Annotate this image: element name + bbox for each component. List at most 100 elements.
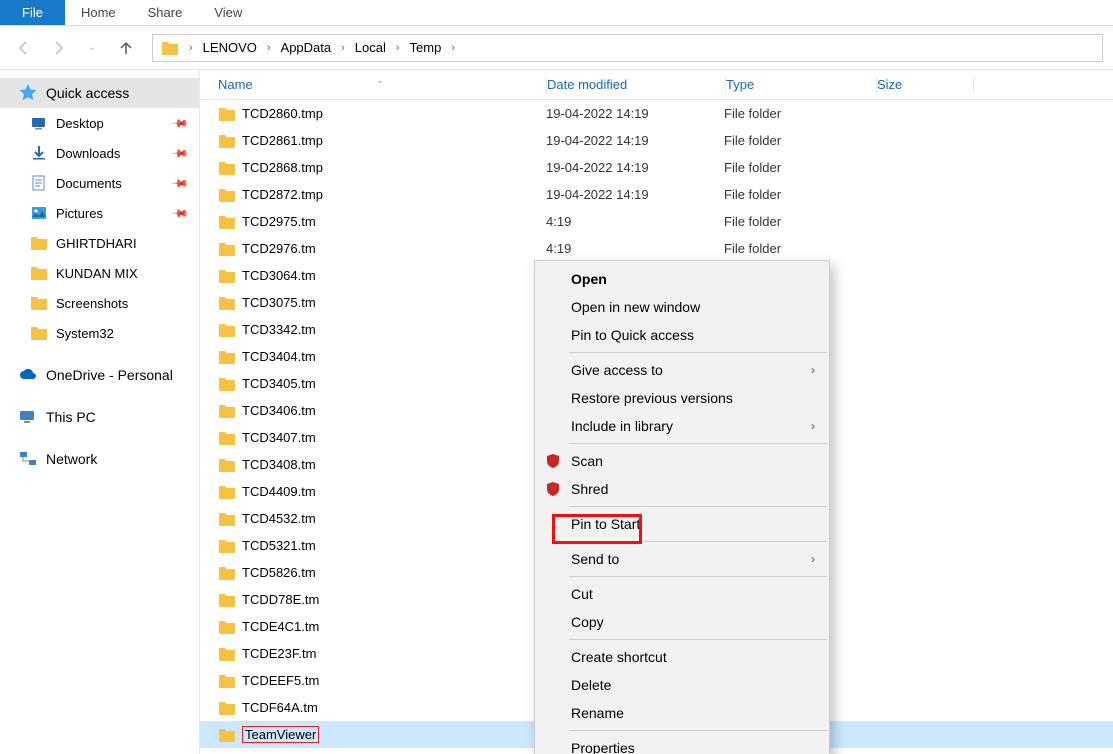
- file-name: TCD2872.tmp: [242, 187, 323, 202]
- column-header-type[interactable]: Type: [726, 77, 876, 92]
- sidebar-item-icon: [30, 264, 48, 282]
- context-menu-create-shortcut[interactable]: Create shortcut: [535, 643, 829, 671]
- file-row[interactable]: TCD2975.tm4:19File folder: [200, 208, 1113, 235]
- context-menu-cut[interactable]: Cut: [535, 580, 829, 608]
- file-name: TCD3405.tm: [242, 376, 316, 391]
- file-name: TCDE23F.tm: [242, 646, 316, 661]
- folder-icon: [218, 672, 236, 690]
- sidebar-item-label: This PC: [46, 409, 96, 425]
- context-menu-scan[interactable]: Scan: [535, 447, 829, 475]
- context-menu-shred[interactable]: Shred: [535, 475, 829, 503]
- sidebar-item[interactable]: Desktop📌: [0, 108, 199, 138]
- file-name: TCD3406.tm: [242, 403, 316, 418]
- context-menu-pin-quick-access[interactable]: Pin to Quick access: [535, 321, 829, 349]
- context-menu-rename[interactable]: Rename: [535, 699, 829, 727]
- folder-icon: [218, 294, 236, 312]
- file-name: TCDE4C1.tm: [242, 619, 319, 634]
- context-menu-separator: [569, 352, 827, 353]
- star-icon: [18, 83, 38, 103]
- context-menu-send-to[interactable]: Send to›: [535, 545, 829, 573]
- chevron-right-icon: ›: [185, 42, 197, 54]
- ribbon-tabs: File Home Share View: [0, 0, 1113, 26]
- shield-icon: [545, 453, 561, 469]
- chevron-right-icon: ›: [447, 42, 459, 54]
- sidebar-this-pc[interactable]: This PC: [0, 402, 199, 432]
- context-menu-separator: [569, 576, 827, 577]
- ribbon-tab-file[interactable]: File: [0, 0, 65, 25]
- file-row[interactable]: TCD2861.tmp19-04-2022 14:19File folder: [200, 127, 1113, 154]
- file-type: File folder: [724, 241, 874, 256]
- context-menu-include-in-library[interactable]: Include in library›: [535, 412, 829, 440]
- sidebar-onedrive[interactable]: OneDrive - Personal: [0, 360, 199, 390]
- sidebar-item[interactable]: KUNDAN MIX: [0, 258, 199, 288]
- file-name: TCD3408.tm: [242, 457, 316, 472]
- sidebar-item-label: Documents: [56, 176, 122, 191]
- file-row[interactable]: TCD2868.tmp19-04-2022 14:19File folder: [200, 154, 1113, 181]
- nav-up-button[interactable]: [112, 34, 140, 62]
- pin-icon: 📌: [171, 114, 190, 133]
- context-menu-pin-to-start[interactable]: Pin to Start: [535, 510, 829, 538]
- chevron-right-icon: ›: [337, 42, 349, 54]
- context-menu-give-access-to[interactable]: Give access to›: [535, 356, 829, 384]
- breadcrumb-item[interactable]: Temp: [406, 38, 446, 57]
- column-header-date[interactable]: Date modified: [547, 77, 725, 92]
- folder-icon: [218, 456, 236, 474]
- chevron-right-icon: ›: [811, 419, 815, 433]
- file-type: File folder: [724, 160, 874, 175]
- column-header-size[interactable]: Size: [877, 77, 973, 92]
- nav-recent-button[interactable]: ⌄: [78, 34, 106, 62]
- sidebar-quick-access[interactable]: Quick access: [0, 78, 199, 108]
- sidebar-item[interactable]: Pictures📌: [0, 198, 199, 228]
- network-icon: [18, 449, 38, 469]
- sidebar-item-icon: [30, 144, 48, 162]
- breadcrumb-item[interactable]: Local: [351, 38, 390, 57]
- context-menu-open[interactable]: Open: [535, 265, 829, 293]
- file-name: TCD2860.tmp: [242, 106, 323, 121]
- ribbon-tab-share[interactable]: Share: [132, 0, 199, 25]
- file-type: File folder: [724, 133, 874, 148]
- folder-icon: [218, 429, 236, 447]
- breadcrumb[interactable]: › LENOVO › AppData › Local › Temp ›: [152, 34, 1103, 62]
- breadcrumb-item[interactable]: LENOVO: [199, 38, 261, 57]
- context-menu-separator: [569, 443, 827, 444]
- file-row[interactable]: TCD2976.tm4:19File folder: [200, 235, 1113, 262]
- ribbon-tab-view[interactable]: View: [198, 0, 258, 25]
- nav-forward-button[interactable]: [44, 34, 72, 62]
- sidebar-item[interactable]: Documents📌: [0, 168, 199, 198]
- folder-icon: [218, 240, 236, 258]
- file-name: TCD2868.tmp: [242, 160, 323, 175]
- folder-icon: [218, 348, 236, 366]
- sidebar-item-icon: [30, 204, 48, 222]
- folder-icon: [218, 132, 236, 150]
- context-menu-restore-previous-versions[interactable]: Restore previous versions: [535, 384, 829, 412]
- pin-icon: 📌: [171, 204, 190, 223]
- file-name: TCDD78E.tm: [242, 592, 319, 607]
- sidebar-item[interactable]: Screenshots: [0, 288, 199, 318]
- sidebar-item[interactable]: System32: [0, 318, 199, 348]
- context-menu-open-new-window[interactable]: Open in new window: [535, 293, 829, 321]
- nav-back-button[interactable]: [10, 34, 38, 62]
- context-menu-copy[interactable]: Copy: [535, 608, 829, 636]
- folder-icon: [218, 645, 236, 663]
- file-type: File folder: [724, 214, 874, 229]
- sidebar-item[interactable]: Downloads📌: [0, 138, 199, 168]
- folder-icon: [218, 402, 236, 420]
- sidebar-item[interactable]: GHIRTDHARI: [0, 228, 199, 258]
- context-menu-delete[interactable]: Delete: [535, 671, 829, 699]
- file-row[interactable]: TCD2872.tmp19-04-2022 14:19File folder: [200, 181, 1113, 208]
- context-menu-properties[interactable]: Properties: [535, 734, 829, 754]
- folder-icon: [218, 186, 236, 204]
- sidebar-network[interactable]: Network: [0, 444, 199, 474]
- file-type: File folder: [724, 106, 874, 121]
- file-type: File folder: [724, 187, 874, 202]
- sidebar-item-label: Network: [46, 451, 97, 467]
- folder-icon: [218, 726, 236, 744]
- ribbon-tab-home[interactable]: Home: [65, 0, 132, 25]
- sidebar-item-icon: [30, 234, 48, 252]
- address-bar: ⌄ › LENOVO › AppData › Local › Temp ›: [0, 26, 1113, 70]
- column-header-name[interactable]: Nameˆ: [218, 77, 546, 92]
- breadcrumb-item[interactable]: AppData: [277, 38, 336, 57]
- chevron-right-icon: ›: [811, 363, 815, 377]
- file-row[interactable]: TCD2860.tmp19-04-2022 14:19File folder: [200, 100, 1113, 127]
- file-name: TCD3404.tm: [242, 349, 316, 364]
